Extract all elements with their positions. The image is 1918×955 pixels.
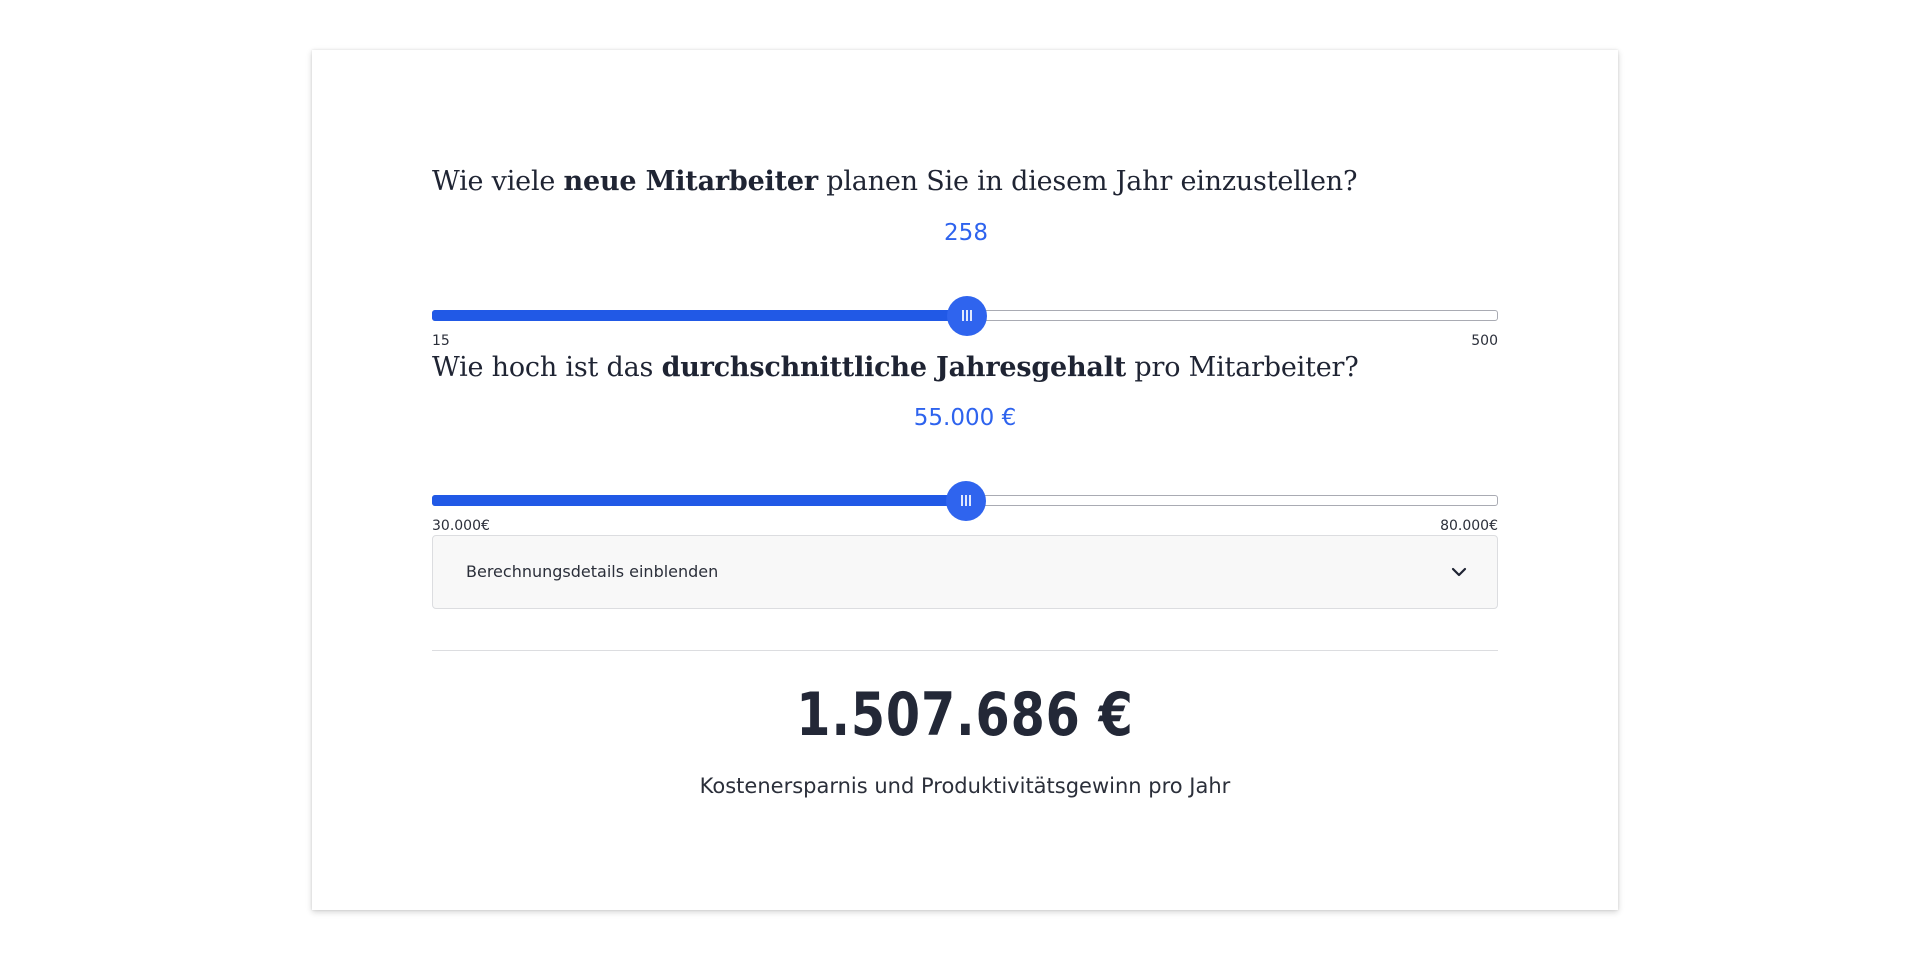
- grip-icon: [961, 495, 971, 506]
- chevron-down-icon: [1451, 567, 1467, 577]
- result-caption-wrapper: Kostenersparnis und Produktivitätsgewinn…: [432, 774, 1498, 804]
- question-1-bold: neue Mitarbeiter: [563, 166, 819, 197]
- question-1-prefix: Wie viele: [432, 166, 564, 197]
- grip-icon: [962, 310, 972, 321]
- slider-2-value: 55.000 €: [913, 405, 1017, 431]
- question-2-prefix: Wie hoch ist das: [432, 352, 662, 383]
- slider-1-fill: [432, 310, 966, 321]
- question-1-block: Wie viele neue Mitarbeiter planen Sie in…: [432, 166, 1498, 197]
- slider-1-value: 258: [944, 220, 988, 246]
- slider-1-track[interactable]: [432, 295, 1498, 336]
- slider-2-max-label: 80.000€: [1440, 518, 1498, 534]
- slider-2-thumb[interactable]: [946, 480, 986, 521]
- question-1-title: Wie viele neue Mitarbeiter planen Sie in…: [432, 166, 1498, 197]
- details-toggle[interactable]: Berechnungsdetails einblenden: [432, 535, 1498, 609]
- question-2-block: Wie hoch ist das durchschnittliche Jahre…: [432, 352, 1498, 383]
- slider-2-min-label: 30.000€: [432, 518, 490, 534]
- calculator-card: Wie viele neue Mitarbeiter planen Sie in…: [312, 50, 1618, 910]
- slider-1-min-label: 15: [432, 333, 450, 349]
- slider-1: 258 15 500: [432, 220, 1498, 349]
- slider-1-max-label: 500: [1471, 333, 1498, 349]
- details-wrapper: Berechnungsdetails einblenden: [432, 535, 1498, 609]
- question-2-title: Wie hoch ist das durchschnittliche Jahre…: [432, 352, 1498, 383]
- slider-1-thumb[interactable]: [947, 295, 987, 336]
- slider-2: 55.000 € 30.000€ 80.000€: [432, 405, 1498, 534]
- divider: [432, 650, 1498, 651]
- question-2-bold: durchschnittliche Jahresgehalt: [661, 352, 1127, 383]
- slider-2-track[interactable]: [432, 480, 1498, 521]
- details-label: Berechnungsdetails einblenden: [466, 562, 719, 581]
- question-1-suffix: planen Sie in diesem Jahr einzustellen?: [817, 166, 1358, 197]
- result-wrapper: 1.507.686 €: [432, 680, 1498, 760]
- question-2-suffix: pro Mitarbeiter?: [1126, 352, 1359, 383]
- result-caption: Kostenersparnis und Produktivitätsgewinn…: [699, 774, 1231, 798]
- result-amount: 1.507.686 €: [796, 680, 1134, 750]
- slider-2-fill: [432, 495, 965, 506]
